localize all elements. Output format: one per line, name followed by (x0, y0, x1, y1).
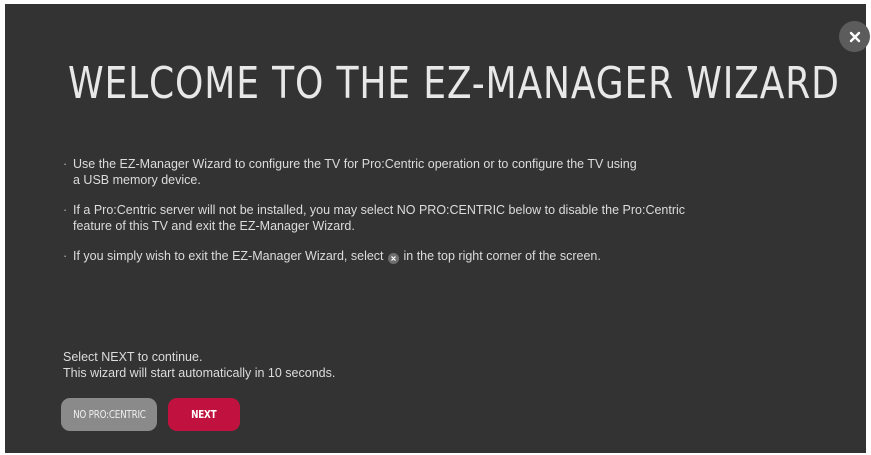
next-button-label: NEXT (191, 408, 217, 421)
no-procentric-button[interactable]: NO PRO:CENTRIC (61, 398, 157, 431)
instruction-line: feature of this TV and exit the EZ-Manag… (73, 219, 355, 233)
instruction-text-after: in the top right corner of the screen. (403, 249, 601, 263)
instruction-text: If you simply wish to exit the EZ-Manage… (73, 248, 601, 264)
instruction-text: Use the EZ-Manager Wizard to configure t… (73, 156, 637, 188)
bullet-marker: · (63, 157, 68, 171)
instruction-text-before: If you simply wish to exit the EZ-Manage… (73, 249, 384, 263)
instruction-line: a USB memory device. (73, 173, 201, 187)
continue-hint: Select NEXT to continue. (63, 350, 203, 364)
footer-message: Select NEXT to continue. This wizard wil… (63, 349, 335, 381)
bullet-marker: · (63, 203, 68, 217)
bullet-marker: · (63, 249, 68, 263)
instruction-item: · If you simply wish to exit the EZ-Mana… (63, 248, 803, 264)
no-procentric-button-label: NO PRO:CENTRIC (72, 408, 146, 421)
next-button[interactable]: NEXT (168, 398, 240, 431)
inline-close-icon (388, 253, 400, 264)
ez-manager-wizard-screen: WELCOME TO THE EZ-MANAGER WIZARD · Use t… (5, 4, 870, 453)
instruction-text: If a Pro:Centric server will not be inst… (73, 202, 685, 234)
instruction-line: If a Pro:Centric server will not be inst… (73, 203, 686, 217)
wizard-title: WELCOME TO THE EZ-MANAGER WIZARD (68, 58, 840, 109)
close-button[interactable] (839, 21, 870, 52)
close-icon (849, 31, 860, 42)
instruction-list: · Use the EZ-Manager Wizard to configure… (63, 156, 803, 278)
instruction-item: · If a Pro:Centric server will not be in… (63, 202, 803, 234)
instruction-item: · Use the EZ-Manager Wizard to configure… (63, 156, 803, 188)
auto-start-countdown: This wizard will start automatically in … (63, 366, 336, 380)
instruction-line: Use the EZ-Manager Wizard to configure t… (73, 157, 637, 171)
